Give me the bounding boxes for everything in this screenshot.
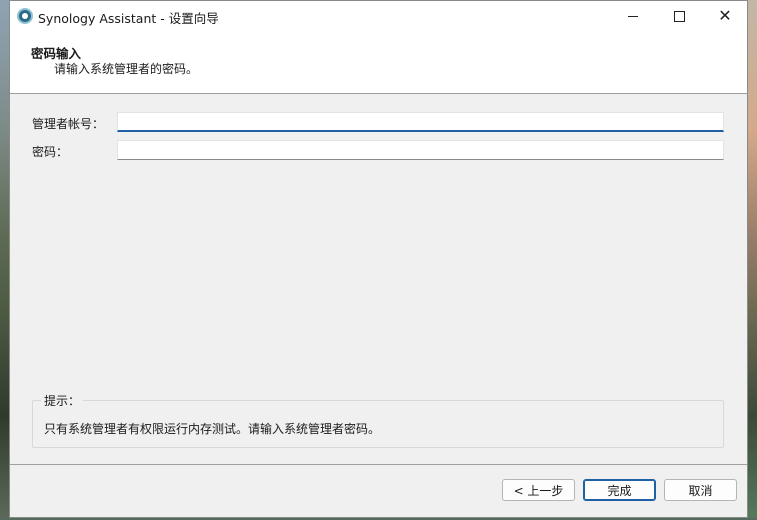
maximize-button[interactable] xyxy=(656,1,702,31)
back-button[interactable]: < 上一步 xyxy=(502,479,575,501)
wizard-header: 密码输入 请输入系统管理者的密码。 xyxy=(10,31,747,94)
minimize-icon xyxy=(628,15,638,17)
cancel-button[interactable]: 取消 xyxy=(664,479,737,501)
page-subtitle: 请输入系统管理者的密码。 xyxy=(54,62,199,76)
maximize-icon xyxy=(673,10,685,22)
hint-title: 提示： xyxy=(41,392,84,409)
synology-assistant-icon xyxy=(17,8,33,24)
title-bar[interactable]: Synology Assistant - 设置向导 ✕ xyxy=(10,1,747,31)
admin-account-label: 管理者帐号： xyxy=(32,117,105,131)
hint-text: 只有系统管理者有权限运行内存测试。请输入系统管理者密码。 xyxy=(44,422,381,436)
minimize-button[interactable] xyxy=(610,1,656,31)
password-label: 密码： xyxy=(32,145,69,159)
footer-divider xyxy=(10,464,747,465)
password-input[interactable] xyxy=(117,140,724,160)
window-title: Synology Assistant - 设置向导 xyxy=(38,11,219,26)
desktop-background-right xyxy=(748,0,757,520)
admin-account-input[interactable] xyxy=(117,112,724,132)
finish-button[interactable]: 完成 xyxy=(583,479,656,501)
close-button[interactable]: ✕ xyxy=(702,1,748,31)
setup-wizard-window: Synology Assistant - 设置向导 ✕ 密码输入 请输入系统管理… xyxy=(9,0,748,518)
close-icon: ✕ xyxy=(718,6,732,25)
